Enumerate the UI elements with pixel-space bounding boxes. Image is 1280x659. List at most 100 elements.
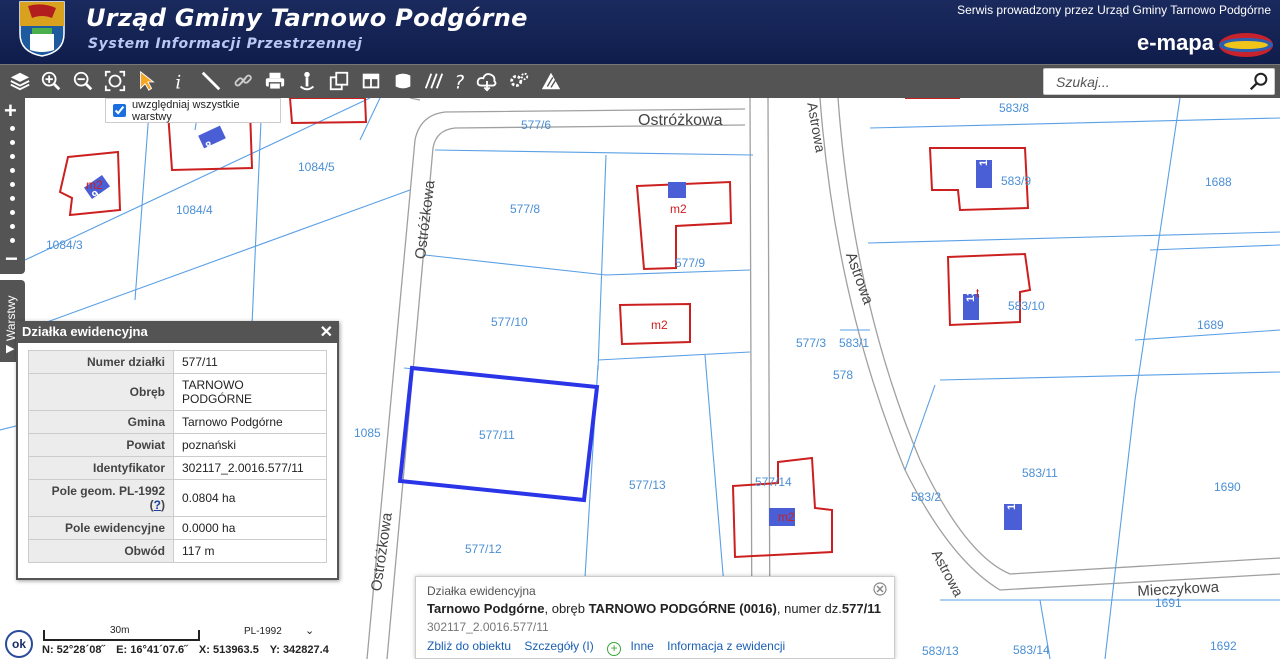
print-icon[interactable] [261, 67, 289, 95]
zoom-level-dot[interactable] [10, 126, 15, 131]
zoom-plus-button[interactable]: + [4, 100, 17, 122]
parcel-label: 583/1 [839, 336, 870, 350]
parcel-label: 583/13 [922, 644, 959, 658]
pin-icon[interactable] [293, 67, 321, 95]
search-input[interactable] [1044, 69, 1244, 94]
app-subtitle: System Informacji Przestrzennej [88, 36, 363, 52]
warning-icon[interactable] [537, 67, 565, 95]
details-link[interactable]: Szczegóły (I) [524, 639, 593, 653]
parcel-label: 577/6 [521, 118, 552, 132]
emapa-logo: e-mapa [1136, 30, 1214, 55]
close-icon[interactable] [873, 582, 887, 596]
zoom-level-dot[interactable] [10, 210, 15, 215]
parcel-label: 1691 [1155, 596, 1182, 610]
parcel-label: 577/10 [491, 315, 528, 329]
add-plus-icon[interactable]: + [607, 642, 622, 656]
parcel-label: 583/9 [1001, 174, 1032, 188]
ok-button[interactable]: ok [5, 630, 33, 658]
geosystem-logo [1219, 33, 1273, 57]
shape-icon[interactable] [389, 67, 417, 95]
zoom-level-dot[interactable] [10, 196, 15, 201]
table-row: Powiat poznański [28, 433, 327, 457]
attr-key: Pole ewidencyjne [28, 516, 174, 540]
zoom-out-icon[interactable] [69, 67, 97, 95]
zoom-extent-icon[interactable] [101, 67, 129, 95]
table-row: Obręb TARNOWO PODGÓRNE [28, 373, 327, 411]
other-link[interactable]: Inne [630, 639, 653, 653]
parcel-label: 578 [833, 368, 854, 382]
attr-value: 0.0000 ha [173, 516, 327, 540]
copy-icon[interactable] [325, 67, 353, 95]
zoom-minus-button[interactable]: − [5, 248, 18, 270]
parcel-label: 1085 [354, 426, 381, 440]
latitude: N: 52°28´08˝ [42, 644, 106, 656]
crs-select[interactable]: PL-1992 [244, 626, 282, 637]
zoom-level-dot[interactable] [10, 140, 15, 145]
table-row: Numer działki 577/11 [28, 350, 327, 374]
layers-checkbox[interactable] [113, 104, 126, 117]
zoom-level-dot[interactable] [10, 224, 15, 229]
panel-header: Działka ewidencyjna ✕ [16, 321, 339, 343]
layers-toggle[interactable]: uwzględniaj wszystkie warstwy [105, 98, 281, 123]
house-number-label: 13 [965, 289, 977, 302]
parcel-label: 583/8 [999, 101, 1030, 115]
zoom-slider[interactable]: + − [0, 98, 25, 274]
app-title: Urząd Gminy Tarnowo Podgórne [86, 4, 528, 32]
help-icon[interactable]: ? [446, 67, 474, 95]
parcel-label: 1688 [1205, 175, 1232, 189]
layers-icon[interactable] [6, 67, 34, 95]
registry-info-link[interactable]: Informacja z ewidencji [667, 639, 785, 653]
cloud-icon[interactable] [473, 67, 501, 95]
attr-key: Pole geom. PL-1992 (?) [28, 479, 174, 517]
zoom-in-icon[interactable] [37, 67, 65, 95]
parcel-label: 583/10 [1008, 299, 1045, 313]
settings-icon[interactable] [505, 67, 533, 95]
link-icon[interactable] [229, 67, 257, 95]
parcel-label: 577/8 [510, 202, 541, 216]
house-number-label: 11 [978, 154, 990, 166]
building-type-label: m2 [778, 510, 795, 524]
zoom-to-feature-link[interactable]: Zbliż do obiektu [427, 639, 511, 653]
popup-place: Tarnowo Podgórne [427, 601, 545, 616]
select-arrow-icon[interactable] [133, 67, 161, 95]
popup-description: Tarnowo Podgórne, obręb TARNOWO PODGÓRNE… [427, 601, 881, 616]
hatch-icon[interactable] [420, 67, 448, 95]
table-row: Identyfikator 302117_2.0016.577/11 [28, 456, 327, 480]
popup-category: Działka ewidencyjna [427, 584, 536, 598]
attr-value: 0.0804 ha [173, 479, 327, 517]
house-number-label: 15 [1006, 497, 1018, 510]
search-box [1043, 68, 1275, 95]
parcel-label: 577/3 [796, 336, 827, 350]
y-coordinate: Y: 342827.4 [269, 644, 329, 656]
popup-parcel-number: 577/11 [841, 601, 881, 616]
zoom-level-dot[interactable] [10, 182, 15, 187]
parcel-label: 1084/5 [298, 160, 335, 174]
zoom-level-dot[interactable] [10, 238, 15, 243]
close-icon[interactable]: ✕ [320, 322, 333, 344]
chevron-down-icon[interactable]: ⌄ [305, 624, 314, 637]
zoom-level-dot[interactable] [10, 154, 15, 159]
attr-key: Identyfikator [28, 456, 174, 480]
parcel-label: 577/13 [629, 478, 666, 492]
attr-value: 577/11 [173, 350, 327, 374]
search-icon[interactable] [1248, 71, 1270, 93]
parcel-label: 1689 [1197, 318, 1224, 332]
zoom-level-dot[interactable] [10, 168, 15, 173]
parcel-label: 583/14 [1013, 643, 1050, 657]
parcel-label: 583/2 [911, 490, 942, 504]
info-icon[interactable]: i [165, 67, 193, 95]
measure-line-icon[interactable] [197, 67, 225, 95]
layout-icon[interactable] [357, 67, 385, 95]
parcel-info-panel: Działka ewidencyjna ✕ Numer działki 577/1… [16, 321, 339, 580]
popup-identifier: 302117_2.0016.577/11 [427, 620, 549, 634]
parcel-label: 577/11 [479, 428, 515, 442]
coordinates-readout: N: 52°28´08˝ E: 16°41´07.6˝ X: 513963.5 … [42, 644, 337, 656]
attr-value: 117 m [173, 539, 327, 563]
attr-key: Obręb [28, 373, 174, 411]
building-type-label: m2 [651, 318, 668, 332]
panel-title: Działka ewidencyjna [22, 324, 148, 339]
help-link[interactable]: ? [154, 498, 161, 512]
scale-label: 30m [110, 625, 130, 636]
svg-text:?: ? [455, 72, 465, 92]
parcel-label: 577/12 [465, 542, 502, 556]
